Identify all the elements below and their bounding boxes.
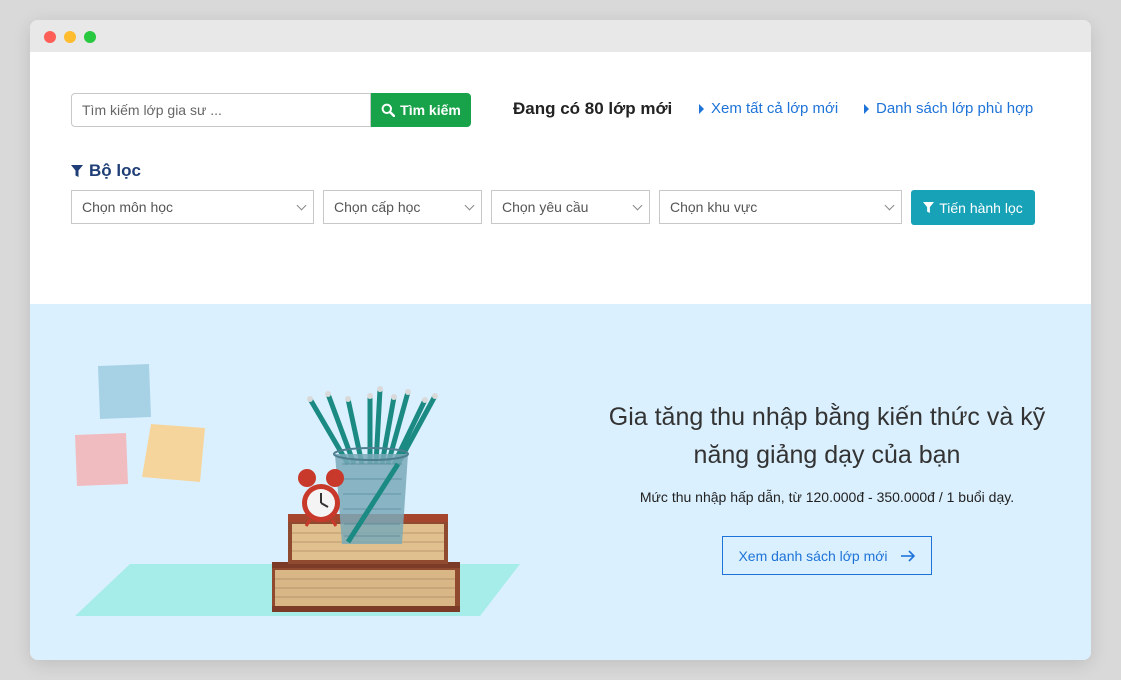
- filter-icon: [71, 164, 83, 177]
- arrow-right-icon: [900, 549, 915, 562]
- window-titlebar: [30, 20, 1091, 52]
- link-all-new-classes-label: Xem tất cả lớp mới: [711, 100, 839, 117]
- search-button-label: Tìm kiếm: [400, 102, 461, 118]
- caret-right-icon: [864, 104, 869, 114]
- banner-headline: Gia tăng thu nhập bằng kiến thức và kỹ n…: [608, 403, 1046, 469]
- level-select[interactable]: Chọn cấp học: [323, 190, 482, 224]
- chevron-down-icon: [464, 200, 475, 211]
- link-all-new-classes[interactable]: Xem tất cả lớp mới: [699, 98, 838, 120]
- new-class-count: Đang có 80 lớp mới: [513, 99, 673, 118]
- view-new-classes-label: Xem danh sách lớp mới: [738, 547, 888, 564]
- minimize-window-button[interactable]: [64, 31, 76, 43]
- level-select-value: Chọn cấp học: [334, 199, 421, 215]
- search-icon: [381, 103, 396, 117]
- chevron-down-icon: [884, 200, 895, 211]
- browser-window: Tìm kiếm Đang có 80 lớp mới Xem tất cả l…: [30, 20, 1091, 660]
- chevron-down-icon: [632, 200, 643, 211]
- area-select-value: Chọn khu vực: [670, 199, 758, 215]
- maximize-window-button[interactable]: [84, 31, 96, 43]
- chevron-down-icon: [296, 200, 307, 211]
- search-filter-section: Tìm kiếm Đang có 80 lớp mới Xem tất cả l…: [30, 52, 1091, 304]
- apply-filter-button[interactable]: Tiến hành lọc: [911, 190, 1035, 225]
- filter-title-label: Bộ lọc: [89, 161, 141, 180]
- search-input[interactable]: [71, 93, 371, 127]
- filter-icon: [923, 201, 935, 213]
- books-pencils-illustration: [75, 364, 520, 616]
- link-matching-classes[interactable]: Danh sách lớp phù hợp: [864, 98, 1033, 120]
- link-matching-classes-label: Danh sách lớp phù hợp: [876, 100, 1034, 117]
- caret-right-icon: [699, 104, 704, 114]
- area-select[interactable]: Chọn khu vực: [659, 190, 902, 224]
- close-window-button[interactable]: [44, 31, 56, 43]
- requirement-select[interactable]: Chọn yêu cầu: [491, 190, 650, 224]
- sticky-notes-icon: [75, 364, 205, 486]
- subject-select[interactable]: Chọn môn học: [71, 190, 314, 224]
- search-button[interactable]: Tìm kiếm: [371, 93, 471, 127]
- apply-filter-label: Tiến hành lọc: [939, 199, 1023, 216]
- requirement-select-value: Chọn yêu cầu: [502, 199, 589, 215]
- banner-subtext: Mức thu nhập hấp dẫn, từ 120.000đ - 350.…: [639, 489, 1015, 505]
- view-new-classes-button[interactable]: Xem danh sách lớp mới: [722, 536, 932, 575]
- filter-title: Bộ lọc: [71, 159, 141, 183]
- subject-select-value: Chọn môn học: [82, 199, 174, 215]
- promo-banner: Gia tăng thu nhập bằng kiến thức và kỹ n…: [30, 304, 1091, 660]
